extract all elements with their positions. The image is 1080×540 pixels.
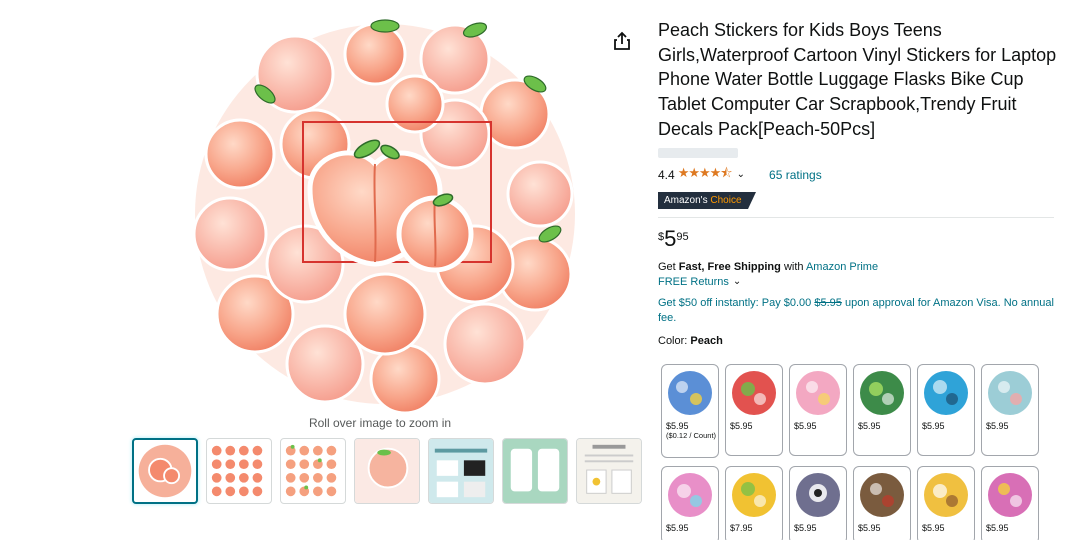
- swatch-price: $5.95: [986, 421, 1009, 431]
- swatch-option[interactable]: $7.95: [725, 466, 783, 540]
- color-label: Color: Peach: [658, 335, 1058, 347]
- swatch-image: [924, 473, 968, 517]
- thumbnail-applications[interactable]: [428, 438, 494, 504]
- price-whole: 5: [664, 225, 677, 251]
- rating-row: 4.4 ★★★★⯪ ⌄ 65 ratings: [658, 164, 1058, 186]
- swatch-price: $7.95: [730, 523, 753, 533]
- swatch-image: [732, 371, 776, 415]
- divider: [658, 216, 1054, 218]
- swatch-image: [668, 371, 712, 415]
- thumbnail-peach-grid-2[interactable]: [280, 438, 346, 504]
- shipping-info: Get Fast, Free Shipping with Amazon Prim…: [658, 260, 1058, 275]
- swatch-price: $5.95: [666, 523, 689, 533]
- rating-value: 4.4: [658, 167, 675, 182]
- chevron-down-icon[interactable]: ⌄: [737, 169, 745, 180]
- swatch-image: [732, 473, 776, 517]
- swatch-option[interactable]: $5.95: [789, 466, 847, 540]
- badge-choice: Choice: [710, 194, 742, 206]
- swatch-price: $5.95: [794, 421, 817, 431]
- share-icon: [614, 31, 630, 50]
- thumbnail-peach-closeup[interactable]: [354, 438, 420, 504]
- swatch-price: $5.95: [922, 523, 945, 533]
- swatch-image: [860, 473, 904, 517]
- swatch-image: [860, 371, 904, 415]
- product-details: Peach Stickers for Kids Boys Teens Girls…: [658, 18, 1058, 347]
- peach-stickers-image: [192, 19, 575, 415]
- price: $ 5 95: [658, 225, 1058, 251]
- swatch-option[interactable]: $5.95: [661, 466, 719, 540]
- swatch-image: [924, 371, 968, 415]
- swatch-image: [988, 473, 1032, 517]
- thumbnail-luggage[interactable]: [502, 438, 568, 504]
- ratings-link[interactable]: 65 ratings: [769, 168, 822, 182]
- shipping-prefix: Get: [658, 260, 676, 273]
- swatch-image: [796, 473, 840, 517]
- thumbnail-strip: [132, 438, 642, 504]
- swatch-image: [796, 371, 840, 415]
- thumbnail-reusable[interactable]: [576, 438, 642, 504]
- swatch-unit-price: ($0.12 / Count): [666, 431, 717, 440]
- promo-strike-price: $5.95: [814, 296, 842, 309]
- swatch-price: $5.95: [986, 523, 1009, 533]
- price-fraction: 95: [676, 230, 689, 243]
- thumbnail-main[interactable]: [132, 438, 198, 504]
- swatch-image: [668, 473, 712, 517]
- swatch-option[interactable]: $5.95: [917, 466, 975, 540]
- shipping-bold: Fast, Free Shipping: [678, 260, 781, 273]
- free-returns[interactable]: FREE Returns ⌄: [658, 276, 1058, 288]
- color-value: Peach: [690, 334, 723, 347]
- swatch-option[interactable]: $5.95 ($0.12 / Count): [661, 364, 719, 458]
- swatch-price: $5.95: [858, 523, 881, 533]
- zoom-hint: Roll over image to zoom in: [308, 416, 452, 430]
- main-product-image[interactable]: [185, 14, 585, 415]
- swatch-price: $5.95: [666, 421, 689, 431]
- color-label-text: Color:: [658, 334, 688, 347]
- promo-offer[interactable]: Get $50 off instantly: Pay $0.00 $5.95 u…: [658, 296, 1058, 326]
- swatch-price: $5.95: [922, 421, 945, 431]
- color-swatches: $5.95 ($0.12 / Count) $5.95 $5.95 $5.95 …: [661, 364, 1039, 540]
- swatch-option[interactable]: $5.95: [853, 466, 911, 540]
- free-returns-label: FREE Returns: [658, 275, 729, 288]
- swatch-option[interactable]: $5.95: [853, 364, 911, 456]
- badge-prefix: Amazon's: [664, 194, 708, 206]
- shipping-with: with: [783, 260, 804, 273]
- swatch-option[interactable]: $5.95: [725, 364, 783, 456]
- thumbnail-peach-grid[interactable]: [206, 438, 272, 504]
- amazons-choice-badge: Amazon's Choice: [658, 191, 755, 209]
- swatch-price: $5.95: [794, 523, 817, 533]
- product-title: Peach Stickers for Kids Boys Teens Girls…: [658, 20, 1057, 139]
- swatch-price: $5.95: [730, 421, 753, 431]
- swatch-option[interactable]: $5.95: [981, 466, 1039, 540]
- star-rating-icon[interactable]: ★★★★⯪: [678, 164, 733, 186]
- swatch-option[interactable]: $5.95: [981, 364, 1039, 456]
- promo-text: Get $50 off instantly: Pay $0.00: [658, 296, 812, 309]
- store-link[interactable]: [658, 147, 738, 158]
- chevron-down-icon: ⌄: [732, 276, 742, 288]
- share-button[interactable]: [611, 30, 633, 52]
- swatch-option[interactable]: $5.95: [917, 364, 975, 456]
- swatch-price: $5.95: [858, 421, 881, 431]
- amazon-prime-link[interactable]: Amazon Prime: [806, 261, 878, 273]
- swatch-option[interactable]: $5.95: [789, 364, 847, 456]
- swatch-image: [988, 371, 1032, 415]
